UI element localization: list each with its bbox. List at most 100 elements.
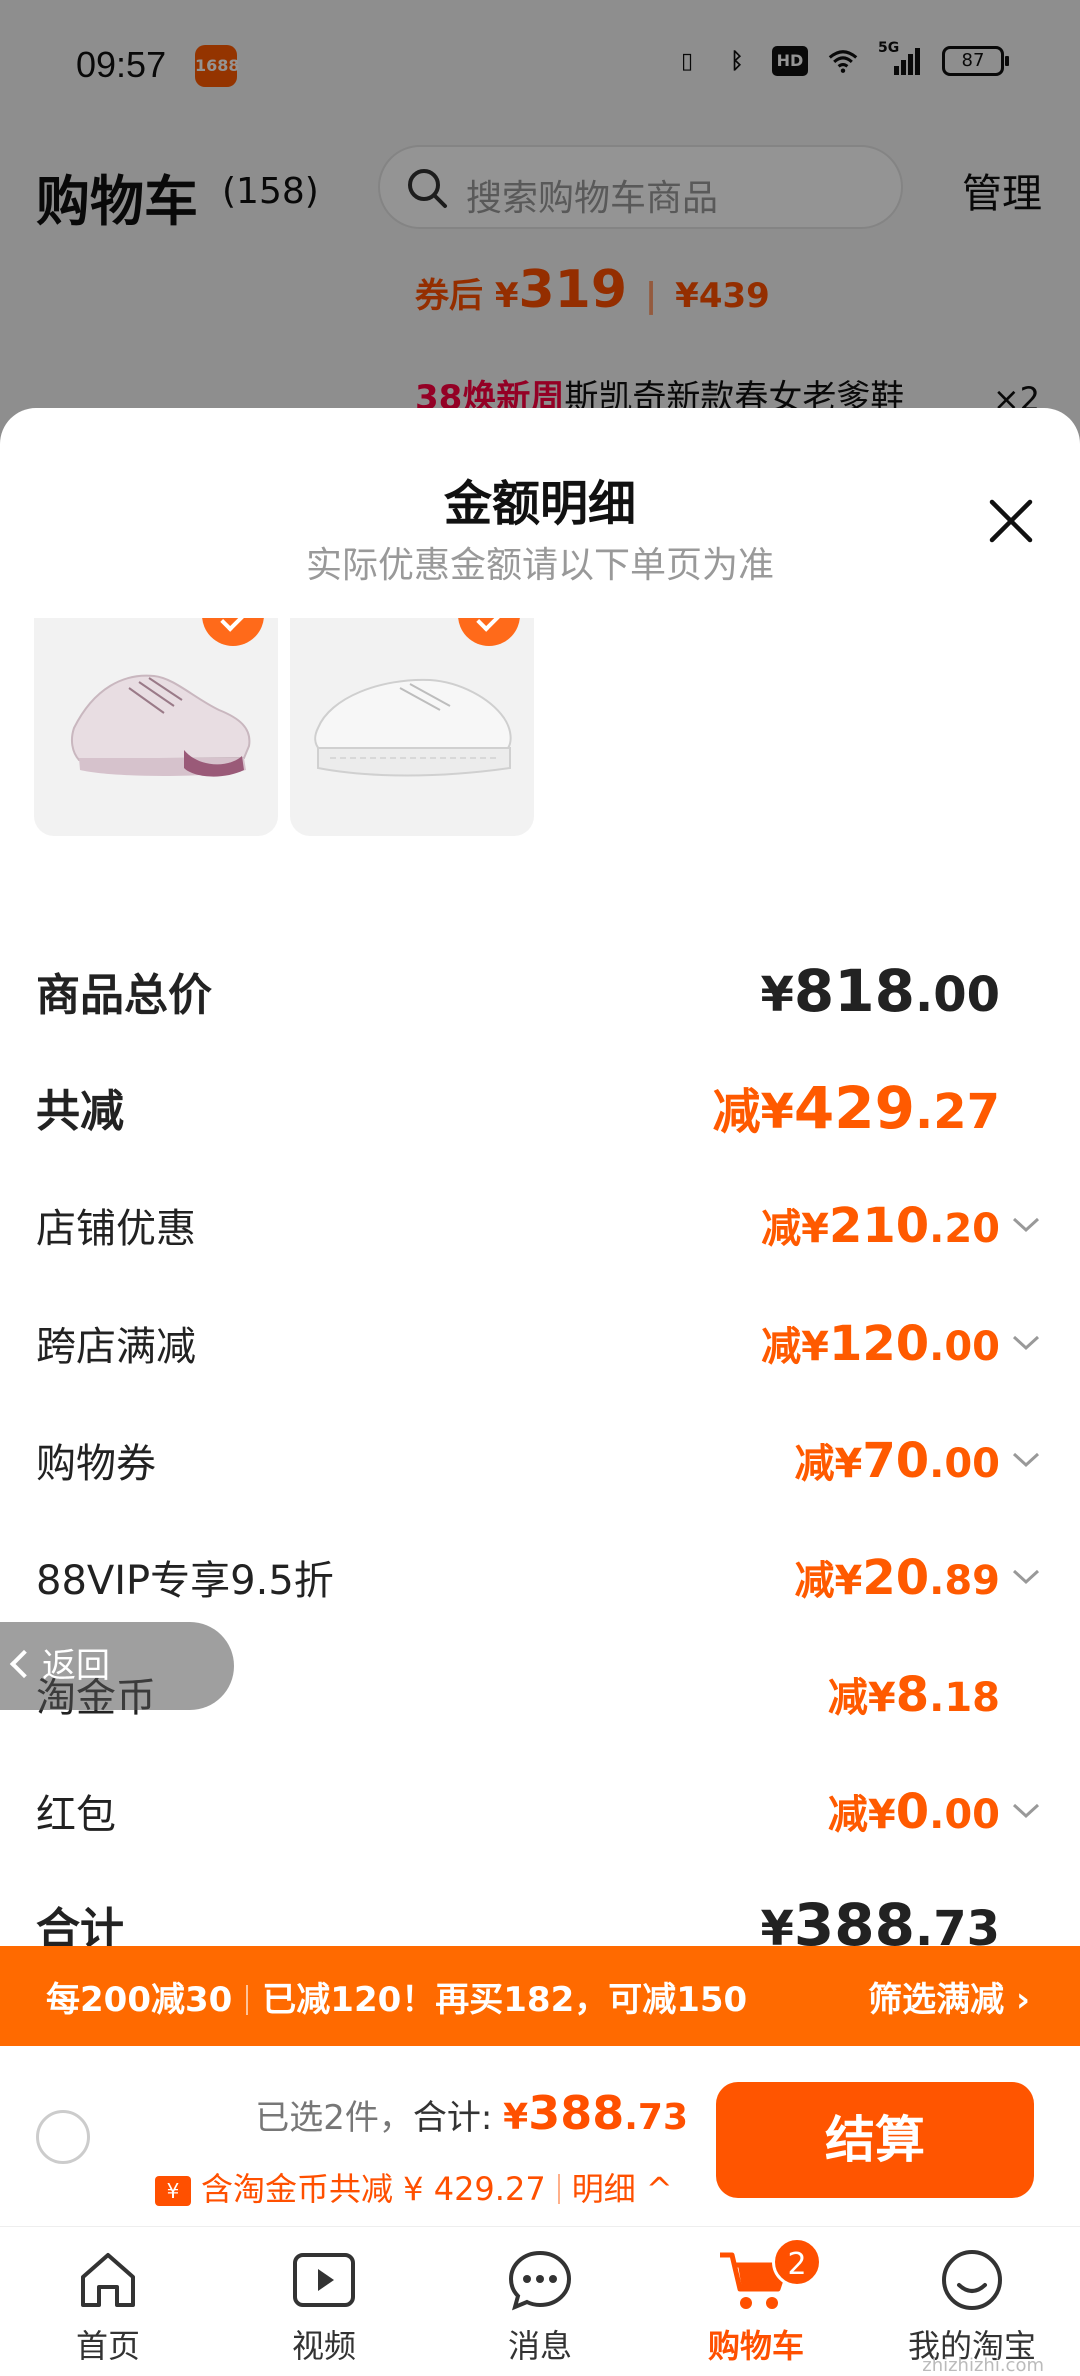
- detail-toggle[interactable]: 明细 ^: [572, 2170, 673, 2208]
- row-amount: 减¥429.27: [712, 1072, 1000, 1142]
- row-label: 商品总价: [36, 970, 212, 1021]
- selection-summary: 已选2件，合计: ¥388.73: [255, 2086, 688, 2140]
- amount-dec: .00: [929, 1792, 1000, 1838]
- selected-count: 已选2件，: [255, 2098, 413, 2138]
- product-thumbnail[interactable]: [290, 618, 534, 836]
- row-amount: 减¥120.00: [761, 1314, 1000, 1372]
- tab-video[interactable]: 视频: [244, 2245, 404, 2375]
- chevron-down-icon[interactable]: [1006, 1557, 1046, 1597]
- row-amount: 减¥8.18: [828, 1665, 1000, 1723]
- amount-int: 70: [862, 1433, 930, 1489]
- checkout-button[interactable]: 结算: [716, 2082, 1034, 2198]
- row-goods-total: 商品总价 ¥818.00: [36, 956, 1046, 1026]
- amount-detail-sheet: 金额明细 实际优惠金额请以下单页为准 商品总价 ¥818.00 共减 减¥429…: [0, 408, 1080, 1948]
- row-cross-store-discount[interactable]: 跨店满减 减¥120.00: [36, 1308, 1046, 1378]
- row-label: 88VIP专享9.5折: [36, 1558, 334, 1604]
- amount-prefix: 减¥: [827, 1675, 896, 1721]
- row-total-discount: 共减 减¥429.27: [36, 1072, 1046, 1142]
- back-button[interactable]: 返回: [0, 1622, 234, 1710]
- coin-note-text: 含淘金币共减 ¥ 429.27: [201, 2170, 546, 2208]
- promo-progress: 已减120！再买182，可减150: [262, 1980, 748, 2020]
- amount-int: 0: [895, 1784, 930, 1840]
- total-label: 合计:: [412, 2098, 504, 2138]
- amount-prefix: 减¥: [794, 1558, 863, 1604]
- total-dec: .73: [624, 2097, 688, 2138]
- coupon-icon: ¥: [155, 2176, 191, 2206]
- sheet-title: 金额明细: [443, 476, 636, 532]
- row-red-packet[interactable]: 红包 减¥0.00: [36, 1776, 1046, 1846]
- message-icon: [508, 2250, 572, 2311]
- home-icon: [81, 2253, 135, 2307]
- amount-prefix: 减¥: [827, 1792, 896, 1838]
- total-amount: ¥388.73: [503, 2086, 688, 2140]
- filter-promo-button[interactable]: 筛选满减 ›: [868, 1972, 1030, 2021]
- amount-dec: .27: [914, 1084, 1000, 1140]
- tab-my-taobao[interactable]: 我的淘宝 zhizhizhi.com: [892, 2245, 1052, 2376]
- sneaker-image-white: [314, 678, 512, 777]
- amount-dec: .00: [914, 967, 1000, 1023]
- tab-home[interactable]: 首页: [28, 2245, 188, 2375]
- row-shopping-coupon[interactable]: 购物券 减¥70.00: [36, 1425, 1046, 1495]
- row-grand-total: 合计 ¥388.73: [36, 1890, 1046, 1948]
- sneaker-image-pink: [70, 674, 251, 777]
- row-label: 共减: [36, 1086, 124, 1137]
- profile-icon: [942, 2250, 1002, 2310]
- video-icon: [293, 2253, 355, 2307]
- row-amount: 减¥70.00: [795, 1431, 1001, 1489]
- tab-cart[interactable]: 2 购物车: [676, 2237, 836, 2375]
- tab-label: 消息: [507, 2327, 572, 2365]
- amount-dec: .73: [914, 1901, 1000, 1948]
- amount-prefix: ¥: [760, 967, 794, 1023]
- total-int: 388: [528, 2086, 625, 2140]
- amount-dec: .18: [929, 1675, 1000, 1721]
- row-amount: 减¥20.89: [795, 1548, 1001, 1606]
- row-amount: ¥388.73: [760, 1891, 1000, 1948]
- amount-prefix: 减¥: [712, 1084, 794, 1140]
- chevron-down-icon[interactable]: [1006, 1205, 1046, 1245]
- watermark: zhizhizhi.com: [922, 2355, 1044, 2376]
- row-amount: 减¥0.00: [828, 1782, 1000, 1840]
- chevron-down-icon[interactable]: [1006, 1440, 1046, 1480]
- row-store-discount[interactable]: 店铺优惠 减¥210.20: [36, 1190, 1046, 1260]
- select-all-checkbox[interactable]: [36, 2110, 90, 2164]
- sheet-subtitle: 实际优惠金额请以下单页为准: [305, 545, 774, 586]
- amount-dec: .00: [929, 1441, 1000, 1487]
- amount-prefix: 减¥: [761, 1324, 829, 1370]
- row-88vip-discount[interactable]: 88VIP专享9.5折 减¥20.89: [36, 1542, 1046, 1612]
- bottom-tab-bar: 首页 视频 消息 2 购物车 我的淘宝 zhizhizhi.com: [0, 2226, 1080, 2376]
- row-label: 店铺优惠: [36, 1206, 196, 1252]
- chevron-down-icon[interactable]: [1006, 1323, 1046, 1363]
- amount-int: 818: [793, 957, 915, 1025]
- row-amount: ¥818.00: [760, 957, 1000, 1025]
- amount-int: 429: [793, 1074, 915, 1142]
- cart-badge: 2: [772, 2237, 822, 2287]
- tab-messages[interactable]: 消息: [460, 2245, 620, 2375]
- amount-int: 210: [828, 1198, 930, 1254]
- amount-int: 120: [828, 1316, 930, 1372]
- row-label: 合计: [36, 1904, 124, 1948]
- coin-discount-note: ¥ 含淘金币共减 ¥ 429.27 明细 ^: [155, 2164, 673, 2210]
- close-icon[interactable]: [986, 496, 1036, 546]
- row-label: 购物券: [36, 1441, 156, 1487]
- amount-prefix: 减¥: [794, 1441, 863, 1487]
- amount-dec: .00: [929, 1324, 1000, 1370]
- amount-dec: .89: [929, 1558, 1000, 1604]
- total-prefix: ¥: [503, 2097, 529, 2138]
- row-amount: 减¥210.20: [761, 1196, 1000, 1254]
- product-thumbnails: [34, 618, 1054, 836]
- chevron-down-icon[interactable]: [1006, 1791, 1046, 1831]
- tab-label: 首页: [75, 2327, 140, 2365]
- promo-banner[interactable]: 每200减30 已减120！再买182，可减150 筛选满减 ›: [0, 1946, 1080, 2046]
- amount-prefix: ¥: [760, 1901, 794, 1948]
- amount-dec: .20: [929, 1206, 1000, 1252]
- chevron-left-icon: [9, 1649, 39, 1679]
- back-label: 返回: [42, 1646, 110, 1686]
- row-label: 红包: [36, 1792, 116, 1838]
- checkout-bar: 已选2件，合计: ¥388.73 ¥ 含淘金币共减 ¥ 429.27 明细 ^ 结算: [0, 2046, 1080, 2226]
- amount-int: 388: [793, 1891, 915, 1948]
- tab-label: 购物车: [707, 2327, 804, 2365]
- row-label: 跨店满减: [36, 1324, 196, 1370]
- promo-text: 每200减30 已减120！再买182，可减150: [46, 1972, 747, 2021]
- product-thumbnail[interactable]: [34, 618, 278, 836]
- amount-int: 8: [895, 1667, 930, 1723]
